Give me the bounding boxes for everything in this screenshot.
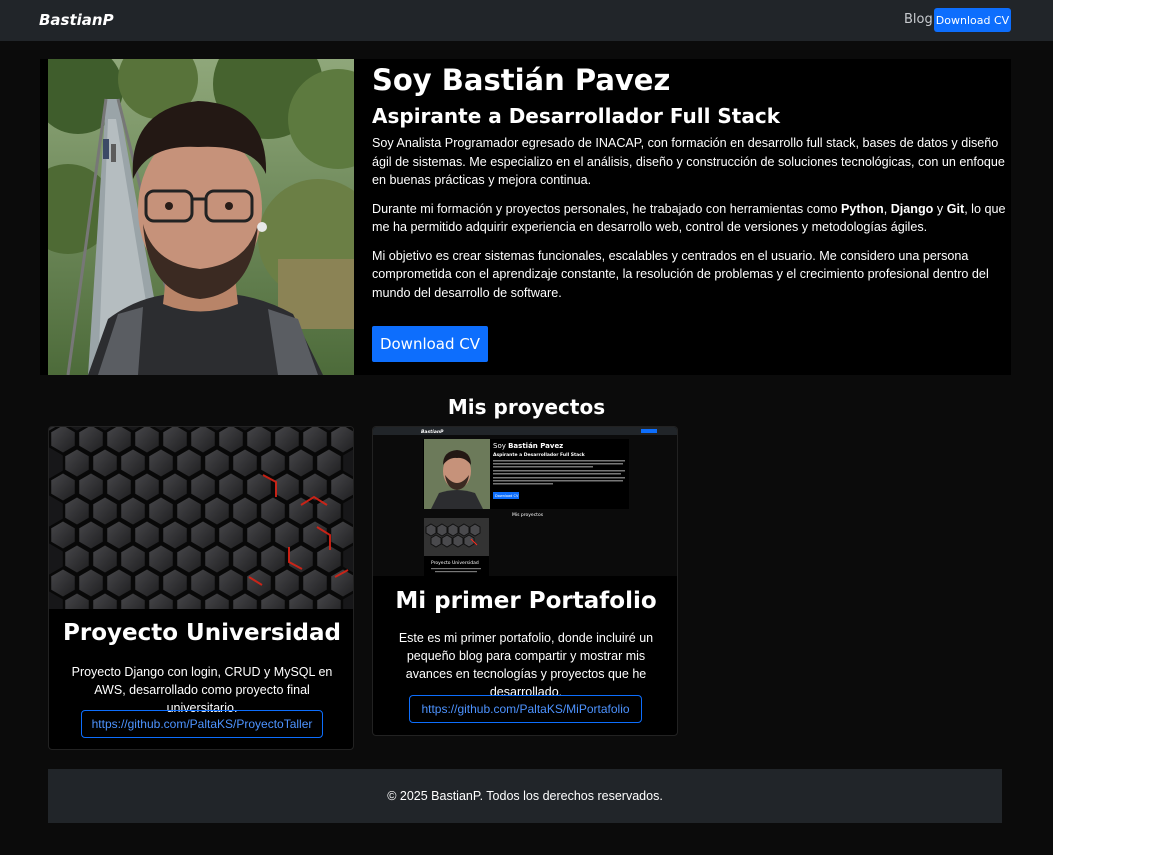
profile-photo	[48, 59, 354, 375]
project-image-screenshot: BastianP Soy Bastián Pavez Aspirante a D…	[373, 427, 677, 576]
hero-text: Soy Bastián Pavez Aspirante a Desarrolla…	[372, 63, 1006, 362]
project-title: Proyecto Universidad	[63, 620, 341, 646]
project-card-universidad: Proyecto Universidad Proyecto Django con…	[48, 426, 354, 750]
hero-paragraph-3: Mi objetivo es crear sistemas funcionale…	[372, 248, 989, 300]
hero-download-cv-button[interactable]: Download CV	[372, 326, 488, 362]
navbar: BastianP Blog Download CV	[0, 0, 1053, 41]
project-github-link[interactable]: https://github.com/PaltaKS/ProyectoTalle…	[81, 710, 323, 738]
hero-role: Aspirante a Desarrollador Full Stack	[372, 104, 781, 128]
hero-paragraph-1: Soy Analista Programador egresado de INA…	[372, 136, 1005, 187]
tool-python: Python	[841, 201, 884, 216]
footer: © 2025 BastianP. Todos los derechos rese…	[48, 769, 1002, 823]
project-title: Mi primer Portafolio	[395, 588, 657, 614]
tool-django: Django	[890, 201, 934, 216]
hero-paragraph-2: Durante mi formación y proyectos persona…	[372, 201, 1006, 235]
svg-text:Download CV: Download CV	[495, 494, 519, 498]
project-card-portafolio: BastianP Soy Bastián Pavez Aspirante a D…	[372, 426, 678, 736]
brand-logo[interactable]: BastianP	[39, 11, 114, 29]
svg-text:Soy Bastián Pavez: Soy Bastián Pavez	[493, 442, 563, 450]
page: BastianP Blog Download CV Soy Bastián Pa…	[0, 0, 1053, 855]
svg-text:Proyecto Universidad: Proyecto Universidad	[431, 560, 479, 566]
svg-text:Mis proyectos: Mis proyectos	[512, 512, 544, 518]
projects-title: Mis proyectos	[447, 395, 606, 419]
project-github-link[interactable]: https://github.com/PaltaKS/MiPortafolio	[409, 695, 642, 723]
project-description: Este es mi primer portafolio, donde incl…	[398, 631, 654, 699]
svg-text:BastianP: BastianP	[421, 429, 444, 435]
project-description: Proyecto Django con login, CRUD y MySQL …	[71, 665, 333, 715]
tool-git: Git	[946, 201, 965, 216]
hero-section: Soy Bastián Pavez Aspirante a Desarrolla…	[40, 59, 1011, 375]
nav-download-cv-button[interactable]: Download CV	[934, 8, 1011, 32]
hero-name: Soy Bastián Pavez	[372, 63, 671, 97]
project-image-hexagons	[49, 427, 353, 609]
svg-text:Aspirante a Desarrollador Full: Aspirante a Desarrollador Full Stack	[493, 452, 586, 458]
nav-link-blog[interactable]: Blog	[904, 12, 933, 27]
